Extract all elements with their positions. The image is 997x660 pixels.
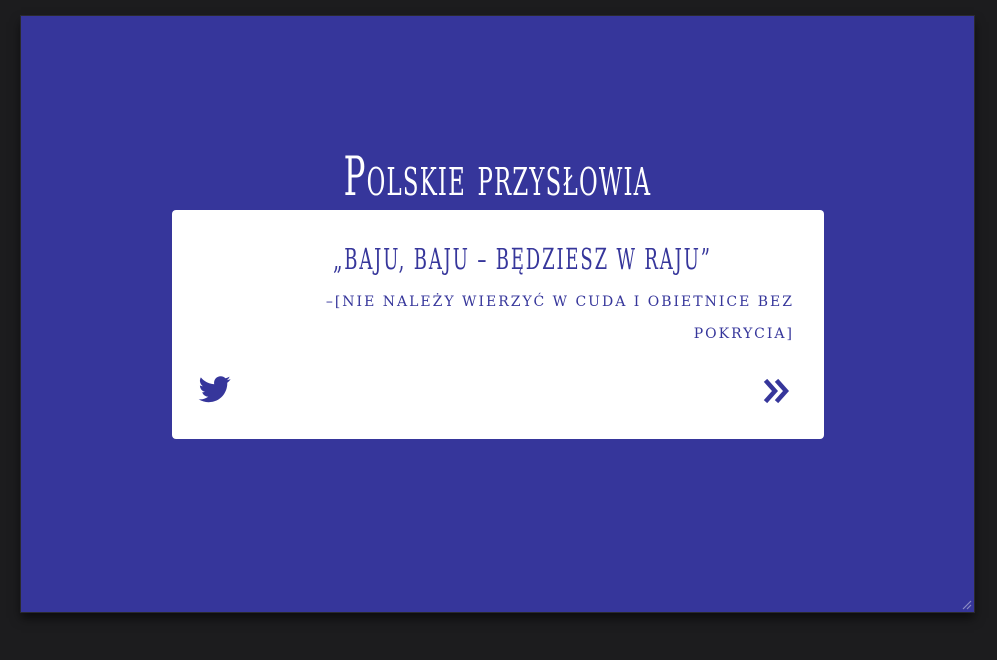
double-chevron-right-icon: [763, 378, 790, 404]
twitter-icon: [198, 376, 231, 403]
app-frame: Polskie przysłowia „Baju, baju – będzies…: [21, 16, 974, 612]
quote-text: „Baju, baju – będziesz w raju”: [333, 242, 712, 276]
quote-card: „Baju, baju – będziesz w raju” –[Nie nal…: [172, 210, 824, 439]
next-quote-button[interactable]: [762, 376, 792, 406]
quote-explanation: –[Nie należy wierzyć w cuda i obietnice …: [325, 294, 794, 342]
tweet-button[interactable]: [197, 373, 233, 405]
page-title: Polskie przysłowia: [343, 145, 652, 208]
resize-handle[interactable]: [960, 598, 972, 610]
